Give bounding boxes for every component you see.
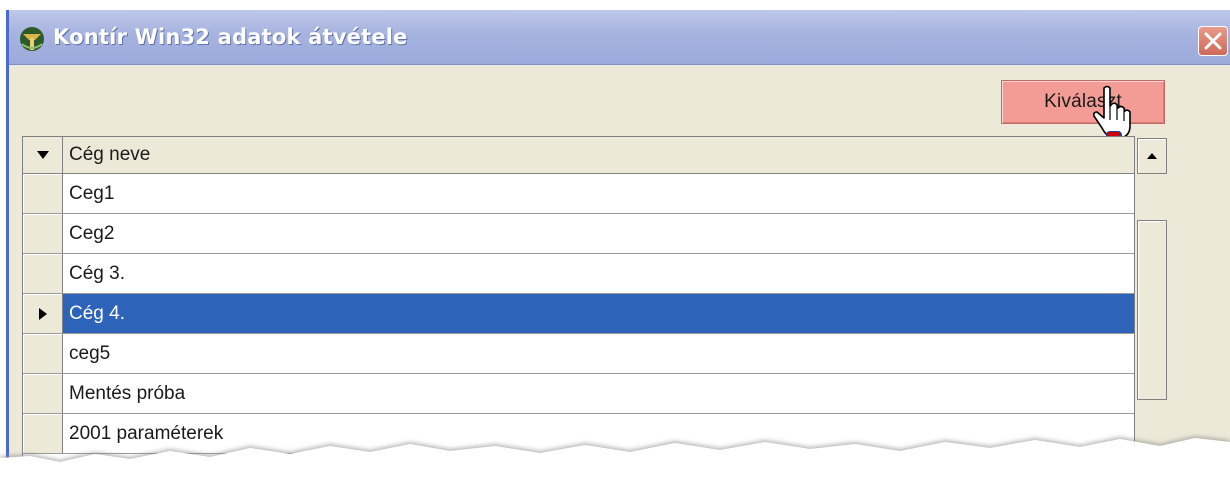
scroll-thumb[interactable] xyxy=(1137,220,1167,400)
dropdown-triangle-icon xyxy=(36,151,49,159)
company-name-cell[interactable]: Ceg2 xyxy=(63,214,1135,253)
company-name-cell[interactable]: Mentés próba xyxy=(63,374,1135,413)
table-row[interactable]: Mentés próba xyxy=(23,374,1135,414)
grid-header: Cég neve xyxy=(23,136,1135,174)
table-row[interactable]: Cég 3. xyxy=(23,254,1135,294)
row-indicator[interactable] xyxy=(23,174,63,213)
close-icon xyxy=(1204,32,1222,50)
row-indicator[interactable] xyxy=(23,214,63,253)
row-indicator[interactable] xyxy=(23,334,63,373)
current-row-arrow-icon xyxy=(38,307,47,320)
header-indicator[interactable] xyxy=(23,137,63,173)
row-indicator[interactable] xyxy=(23,254,63,293)
company-name-cell[interactable]: Cég 3. xyxy=(63,254,1135,293)
app-logo-icon xyxy=(20,27,44,51)
column-header-company-name[interactable]: Cég neve xyxy=(63,137,1135,173)
table-row[interactable]: ceg5 xyxy=(23,334,1135,374)
close-button[interactable] xyxy=(1198,26,1228,56)
select-button[interactable]: Kiválaszt xyxy=(1001,80,1165,124)
row-indicator[interactable] xyxy=(23,294,63,333)
scroll-up-button[interactable] xyxy=(1137,138,1167,174)
title-bar[interactable]: Kontír Win32 adatok átvétele xyxy=(9,10,1230,65)
company-name-cell[interactable]: ceg5 xyxy=(63,334,1135,373)
table-row[interactable]: Cég 4. xyxy=(23,294,1135,334)
arrow-up-icon xyxy=(1147,153,1157,159)
torn-paper-edge xyxy=(0,438,1230,482)
window-title: Kontír Win32 adatok átvétele xyxy=(53,25,408,49)
table-row[interactable]: Ceg1 xyxy=(23,174,1135,214)
company-name-cell[interactable]: Ceg1 xyxy=(63,174,1135,213)
table-row[interactable]: Ceg2 xyxy=(23,214,1135,254)
row-indicator[interactable] xyxy=(23,374,63,413)
company-name-cell[interactable]: Cég 4. xyxy=(63,294,1135,333)
